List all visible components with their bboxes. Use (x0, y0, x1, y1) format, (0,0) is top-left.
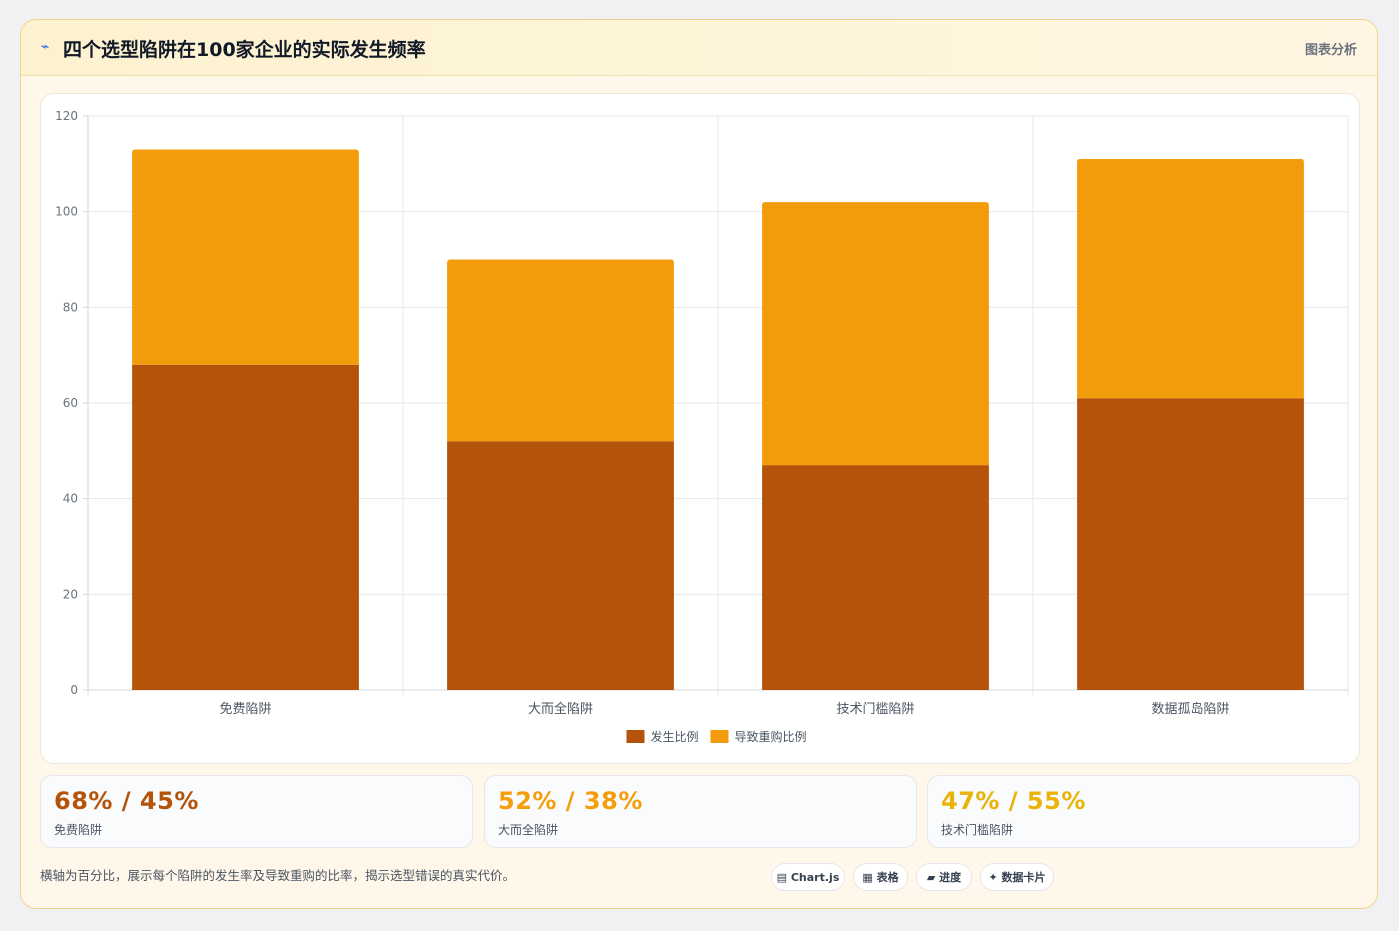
bar-segment (762, 202, 989, 466)
chip-progress[interactable]: ▰ 进度 (916, 863, 972, 891)
legend-label: 导致重购比例 (735, 729, 807, 744)
stat-value: 68% / 45% (54, 787, 199, 815)
bar-segment (132, 364, 359, 690)
table-icon: ▦ (862, 871, 873, 884)
x-tick-label: 技术门槛陷阱 (836, 702, 914, 717)
stat-label: 大而全陷阱 (498, 823, 559, 837)
chip-data-card[interactable]: ✦ 数据卡片 (980, 863, 1054, 891)
y-tick-label: 40 (63, 492, 78, 506)
x-tick-label: 免费陷阱 (219, 702, 271, 717)
chart-panel: 0 20 40 60 80 100 120 免费陷阱 大而全陷阱 技术门槛陷阱 数据孤岛陷阱发生比例… (40, 93, 1360, 764)
chip-label: 表格 (876, 871, 899, 884)
stat-value: 52% / 38% (498, 787, 643, 815)
x-tick-label: 数据孤岛陷阱 (1151, 701, 1229, 717)
legend-swatch (626, 730, 645, 743)
chart-trend-icon: ⌁ (41, 39, 50, 55)
stacked-bar-chart: 0 20 40 60 80 100 120 免费陷阱 大而全陷阱 技术门槛陷阱 数据孤岛陷阱发生比例… (55, 109, 1349, 744)
x-tick-label: 大而全陷阱 (528, 701, 593, 717)
y-tick-label: 0 (70, 683, 78, 697)
chip-label: 进度 (939, 871, 962, 884)
bar-segment (1077, 398, 1304, 690)
chart-icon: ▤ (776, 871, 788, 884)
stat-label: 免费陷阱 (54, 823, 103, 837)
bar-segment (132, 149, 359, 365)
bar-segment (1077, 159, 1304, 399)
chart-footnote: 横轴为百分比，展示每个陷阱的发生率及导致重购的比率，揭示选型错误的真实代价。 (40, 868, 516, 883)
y-tick-label: 100 (55, 205, 78, 219)
data-card-icon: ✦ (988, 871, 998, 884)
section-tag: 图表分析 (1304, 43, 1357, 58)
stat-card: 68% / 45% 免费陷阱 (40, 775, 473, 848)
y-tick-label: 120 (55, 109, 78, 123)
chart-card: ⌁ 四个选型陷阱在100家企业的实际发生频率 图表分析 0 20 40 60 80 100… (20, 19, 1378, 909)
stat-label: 技术门槛陷阱 (941, 823, 1014, 837)
y-tick-label: 60 (63, 396, 78, 410)
card-header: ⌁ 四个选型陷阱在100家企业的实际发生频率 图表分析 (21, 20, 1377, 76)
stat-card: 47% / 55% 技术门槛陷阱 (927, 775, 1360, 848)
stat-value: 47% / 55% (941, 787, 1086, 815)
progress-icon: ▰ (926, 871, 936, 884)
y-tick-label: 80 (63, 300, 78, 314)
bar-segment (762, 465, 989, 690)
bar-segment (447, 441, 674, 690)
chart-title: 四个选型陷阱在100家企业的实际发生频率 (63, 39, 426, 61)
chip-table[interactable]: ▦ 表格 (853, 863, 908, 891)
chip-label: 数据卡片 (1001, 871, 1046, 884)
bar-segment (447, 259, 674, 442)
chip-chartjs[interactable]: ▤ Chart.js (771, 863, 845, 891)
legend-swatch (710, 730, 729, 743)
legend-label: 发生比例 (651, 729, 699, 744)
stat-card: 52% / 38% 大而全陷阱 (484, 775, 917, 848)
y-tick-label: 20 (63, 587, 78, 601)
chip-label: Chart.js (790, 871, 840, 884)
